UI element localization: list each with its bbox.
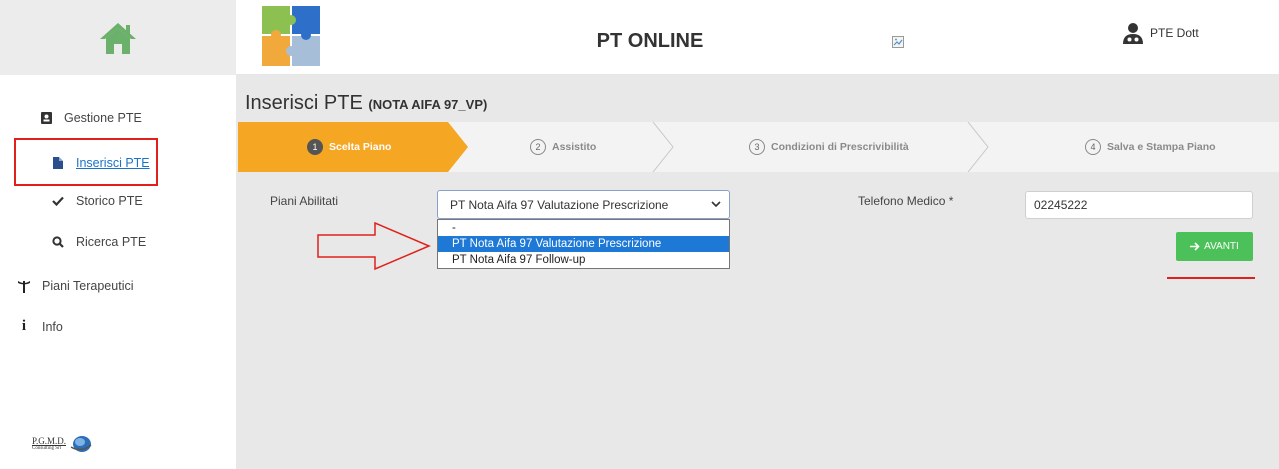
sidebar-item-label: Ricerca PTE	[76, 235, 147, 249]
step-number: 4	[1085, 139, 1101, 155]
sidebar-item-label: Gestione PTE	[64, 111, 142, 125]
dropdown-option-selected[interactable]: PT Nota Aifa 97 Valutazione Prescrizione	[438, 236, 729, 252]
step-salva-stampa[interactable]: 4 Salva e Stampa Piano	[1085, 122, 1216, 172]
sidebar-item-gestione-pte[interactable]: Gestione PTE	[38, 111, 142, 125]
top-bar: PT ONLINE PTE Dott	[0, 0, 1279, 75]
step-label: Scelta Piano	[329, 141, 392, 153]
annotation-arrow	[317, 222, 431, 271]
step-condizioni[interactable]: 3 Condizioni di Prescrivibilità	[749, 122, 909, 172]
page-title-main: Inserisci PTE	[245, 92, 363, 114]
search-icon	[50, 236, 66, 248]
user-name: PTE Dott	[1150, 26, 1199, 40]
globe-logo-icon	[70, 436, 92, 452]
annotation-highlight-box	[14, 138, 158, 186]
sidebar-item-info[interactable]: i Info	[16, 318, 63, 335]
telefono-medico-input[interactable]	[1025, 191, 1253, 219]
pgmd-logo-text: P.G.M.D.	[32, 435, 67, 446]
pgmd-logo: P.G.M.D. Consulting Srl	[32, 435, 92, 453]
dropdown-option[interactable]: -	[438, 220, 729, 236]
sidebar-item-ricerca-pte[interactable]: Ricerca PTE	[50, 235, 146, 249]
page-title-subtitle: (NOTA AIFA 97_VP)	[368, 97, 488, 112]
sidebar-item-label: Storico PTE	[76, 194, 143, 208]
broken-image-icon	[892, 36, 904, 48]
chevron-down-icon	[711, 201, 721, 208]
address-book-icon	[38, 112, 54, 124]
step-number: 3	[749, 139, 765, 155]
piani-abilitati-label: Piani Abilitati	[270, 194, 339, 208]
home-icon	[100, 22, 136, 54]
annotation-underline	[1167, 277, 1255, 279]
dropdown-option[interactable]: PT Nota Aifa 97 Follow-up	[438, 252, 729, 268]
user-doctor-icon	[1123, 23, 1143, 44]
sidebar-item-label: Info	[42, 319, 63, 334]
avanti-button[interactable]: AVANTI	[1176, 232, 1253, 261]
pgmd-logo-subtext: Consulting Srl	[32, 445, 62, 451]
step-label: Assistito	[552, 141, 597, 153]
sidebar	[0, 75, 236, 469]
caduceus-icon	[16, 280, 32, 293]
sidebar-item-piani-terapeutici[interactable]: Piani Terapeutici	[16, 279, 134, 293]
select-value: PT Nota Aifa 97 Valutazione Prescrizione	[450, 197, 669, 212]
check-icon	[50, 196, 66, 206]
step-label: Salva e Stampa Piano	[1107, 141, 1216, 153]
puzzle-logo-icon	[262, 6, 320, 66]
page-title: Inserisci PTE (NOTA AIFA 97_VP)	[245, 92, 487, 115]
step-label: Condizioni di Prescrivibilità	[771, 141, 909, 153]
app-title: PT ONLINE	[596, 30, 704, 52]
telefono-medico-label: Telefono Medico *	[858, 194, 954, 208]
avanti-button-label: AVANTI	[1204, 241, 1239, 252]
step-assistito[interactable]: 2 Assistito	[530, 122, 596, 172]
step-number: 2	[530, 139, 546, 155]
step-scelta-piano[interactable]: 1 Scelta Piano	[307, 122, 391, 172]
user-menu[interactable]: PTE Dott	[1122, 22, 1199, 44]
arrow-right-icon	[1190, 242, 1200, 251]
piani-abilitati-dropdown: - PT Nota Aifa 97 Valutazione Prescrizio…	[437, 219, 730, 269]
home-button[interactable]	[0, 0, 236, 75]
sidebar-item-label: Piani Terapeutici	[42, 279, 134, 293]
sidebar-item-storico-pte[interactable]: Storico PTE	[50, 194, 143, 208]
info-icon: i	[21, 318, 27, 334]
step-number: 1	[307, 139, 323, 155]
piani-abilitati-select[interactable]: PT Nota Aifa 97 Valutazione Prescrizione	[437, 190, 730, 219]
